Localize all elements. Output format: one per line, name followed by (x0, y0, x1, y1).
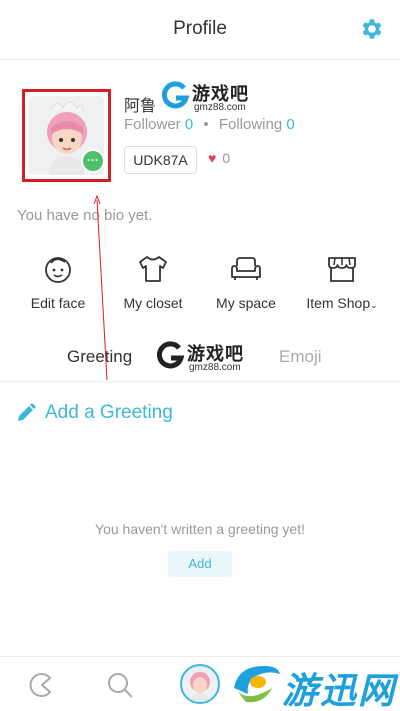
search-icon[interactable] (104, 669, 136, 701)
home-icon[interactable] (24, 669, 56, 701)
annotation-arrow (93, 194, 108, 381)
profile-tab-avatar[interactable] (180, 664, 220, 704)
watermark-swoosh-icon (234, 666, 280, 703)
watermark-bottom-text: 游迅网 (282, 670, 397, 711)
watermark-bottom: 游迅网 (226, 656, 400, 711)
avatar-mini-icon (190, 672, 210, 702)
